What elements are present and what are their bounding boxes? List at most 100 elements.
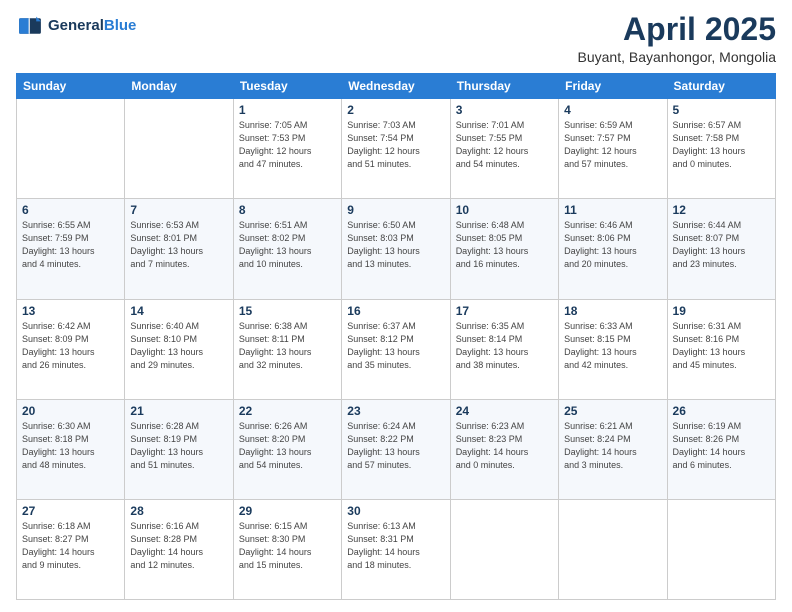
day-number: 20 [22, 404, 119, 418]
cell-w1-d5: 3Sunrise: 7:01 AM Sunset: 7:55 PM Daylig… [450, 99, 558, 199]
day-number: 14 [130, 304, 227, 318]
header-wednesday: Wednesday [342, 74, 450, 99]
day-info: Sunrise: 6:40 AM Sunset: 8:10 PM Dayligh… [130, 320, 227, 372]
cell-w5-d7 [667, 499, 775, 599]
day-number: 1 [239, 103, 336, 117]
cell-w5-d4: 30 Sunrise: 6:13 AM Sunset: 8:31 PM Dayli… [342, 499, 450, 599]
day-number: 5 [673, 103, 770, 117]
day-info: Sunrise: 6:21 AM Sunset: 8:24 PM Dayligh… [564, 420, 661, 472]
cell-w4-d1: 20 Sunrise: 6:30 AM Sunset: 8:18 PM Dayli… [17, 399, 125, 499]
cell-w1-d1 [17, 99, 125, 199]
day-info: Sunrise: 6:24 AM Sunset: 8:22 PM Dayligh… [347, 420, 444, 472]
week-row-5: 27 Sunrise: 6:18 AM Sunset: 8:27 PM Dayli… [17, 499, 776, 599]
day-number: 16 [347, 304, 444, 318]
day-info: Sunrise: 6:51 AM Sunset: 8:02 PM Dayligh… [239, 219, 336, 271]
logo-icon [16, 12, 44, 40]
day-number: 25 [564, 404, 661, 418]
header: GeneralBlue April 2025 Buyant, Bayanhong… [16, 12, 776, 65]
day-number: 13 [22, 304, 119, 318]
cell-w2-d5: 10 Sunrise: 6:48 AM Sunset: 8:05 PM Dayli… [450, 199, 558, 299]
day-number: 27 [22, 504, 119, 518]
week-row-3: 13 Sunrise: 6:42 AM Sunset: 8:09 PM Dayli… [17, 299, 776, 399]
cell-w1-d3: 1 Sunrise: 7:05 AM Sunset: 7:53 PM Daylig… [233, 99, 341, 199]
day-info: Sunrise: 6:44 AM Sunset: 8:07 PM Dayligh… [673, 219, 770, 271]
day-number: 4 [564, 103, 661, 117]
cell-w3-d4: 16 Sunrise: 6:37 AM Sunset: 8:12 PM Dayli… [342, 299, 450, 399]
day-number: 22 [239, 404, 336, 418]
day-number: 23 [347, 404, 444, 418]
cell-w5-d1: 27 Sunrise: 6:18 AM Sunset: 8:27 PM Dayli… [17, 499, 125, 599]
cell-w1-d2 [125, 99, 233, 199]
logo-name-general: GeneralBlue [48, 18, 136, 35]
day-number: 21 [130, 404, 227, 418]
cell-w2-d1: 6Sunrise: 6:55 AM Sunset: 7:59 PM Daylig… [17, 199, 125, 299]
day-info: Sunrise: 6:30 AM Sunset: 8:18 PM Dayligh… [22, 420, 119, 472]
calendar-table: Sunday Monday Tuesday Wednesday Thursday… [16, 73, 776, 600]
header-friday: Friday [559, 74, 667, 99]
day-info: Sunrise: 6:13 AM Sunset: 8:31 PM Dayligh… [347, 520, 444, 572]
day-number: 3 [456, 103, 553, 117]
cell-w1-d7: 5 Sunrise: 6:57 AM Sunset: 7:58 PM Daylig… [667, 99, 775, 199]
day-number: 17 [456, 304, 553, 318]
cell-w1-d4: 2 Sunrise: 7:03 AM Sunset: 7:54 PM Daylig… [342, 99, 450, 199]
day-info: Sunrise: 6:15 AM Sunset: 8:30 PM Dayligh… [239, 520, 336, 572]
day-info: Sunrise: 6:18 AM Sunset: 8:27 PM Dayligh… [22, 520, 119, 572]
day-number: 2 [347, 103, 444, 117]
cell-w4-d5: 24 Sunrise: 6:23 AM Sunset: 8:23 PM Dayli… [450, 399, 558, 499]
logo: GeneralBlue [16, 12, 136, 40]
cell-w2-d6: 11Sunrise: 6:46 AM Sunset: 8:06 PM Dayli… [559, 199, 667, 299]
cell-w3-d5: 17 Sunrise: 6:35 AM Sunset: 8:14 PM Dayli… [450, 299, 558, 399]
subtitle: Buyant, Bayanhongor, Mongolia [578, 49, 776, 65]
cell-w2-d7: 12 Sunrise: 6:44 AM Sunset: 8:07 PM Dayli… [667, 199, 775, 299]
cell-w4-d3: 22Sunrise: 6:26 AM Sunset: 8:20 PM Dayli… [233, 399, 341, 499]
day-number: 24 [456, 404, 553, 418]
cell-w2-d2: 7Sunrise: 6:53 AM Sunset: 8:01 PM Daylig… [125, 199, 233, 299]
day-number: 26 [673, 404, 770, 418]
page: GeneralBlue April 2025 Buyant, Bayanhong… [0, 0, 792, 612]
day-info: Sunrise: 6:23 AM Sunset: 8:23 PM Dayligh… [456, 420, 553, 472]
day-info: Sunrise: 6:59 AM Sunset: 7:57 PM Dayligh… [564, 119, 661, 171]
cell-w3-d7: 19Sunrise: 6:31 AM Sunset: 8:16 PM Dayli… [667, 299, 775, 399]
day-info: Sunrise: 6:31 AM Sunset: 8:16 PM Dayligh… [673, 320, 770, 372]
day-number: 9 [347, 203, 444, 217]
header-saturday: Saturday [667, 74, 775, 99]
day-info: Sunrise: 6:28 AM Sunset: 8:19 PM Dayligh… [130, 420, 227, 472]
day-info: Sunrise: 6:42 AM Sunset: 8:09 PM Dayligh… [22, 320, 119, 372]
day-info: Sunrise: 6:33 AM Sunset: 8:15 PM Dayligh… [564, 320, 661, 372]
day-info: Sunrise: 6:55 AM Sunset: 7:59 PM Dayligh… [22, 219, 119, 271]
cell-w3-d6: 18Sunrise: 6:33 AM Sunset: 8:15 PM Dayli… [559, 299, 667, 399]
day-info: Sunrise: 6:48 AM Sunset: 8:05 PM Dayligh… [456, 219, 553, 271]
day-info: Sunrise: 7:05 AM Sunset: 7:53 PM Dayligh… [239, 119, 336, 171]
day-number: 29 [239, 504, 336, 518]
day-info: Sunrise: 7:03 AM Sunset: 7:54 PM Dayligh… [347, 119, 444, 171]
day-number: 28 [130, 504, 227, 518]
day-info: Sunrise: 6:19 AM Sunset: 8:26 PM Dayligh… [673, 420, 770, 472]
week-row-1: 1 Sunrise: 7:05 AM Sunset: 7:53 PM Daylig… [17, 99, 776, 199]
day-info: Sunrise: 6:57 AM Sunset: 7:58 PM Dayligh… [673, 119, 770, 171]
day-info: Sunrise: 6:50 AM Sunset: 8:03 PM Dayligh… [347, 219, 444, 271]
cell-w4-d7: 26 Sunrise: 6:19 AM Sunset: 8:26 PM Dayli… [667, 399, 775, 499]
day-number: 15 [239, 304, 336, 318]
month-title: April 2025 [578, 12, 776, 47]
cell-w3-d2: 14 Sunrise: 6:40 AM Sunset: 8:10 PM Dayli… [125, 299, 233, 399]
cell-w2-d4: 9 Sunrise: 6:50 AM Sunset: 8:03 PM Daylig… [342, 199, 450, 299]
day-number: 30 [347, 504, 444, 518]
header-tuesday: Tuesday [233, 74, 341, 99]
day-header-row: Sunday Monday Tuesday Wednesday Thursday… [17, 74, 776, 99]
day-number: 10 [456, 203, 553, 217]
header-thursday: Thursday [450, 74, 558, 99]
cell-w2-d3: 8Sunrise: 6:51 AM Sunset: 8:02 PM Daylig… [233, 199, 341, 299]
cell-w4-d2: 21 Sunrise: 6:28 AM Sunset: 8:19 PM Dayli… [125, 399, 233, 499]
cell-w5-d6 [559, 499, 667, 599]
cell-w3-d1: 13 Sunrise: 6:42 AM Sunset: 8:09 PM Dayli… [17, 299, 125, 399]
day-number: 12 [673, 203, 770, 217]
day-info: Sunrise: 6:35 AM Sunset: 8:14 PM Dayligh… [456, 320, 553, 372]
day-number: 11 [564, 203, 661, 217]
title-block: April 2025 Buyant, Bayanhongor, Mongolia [578, 12, 776, 65]
cell-w5-d3: 29 Sunrise: 6:15 AM Sunset: 8:30 PM Dayli… [233, 499, 341, 599]
cell-w4-d6: 25 Sunrise: 6:21 AM Sunset: 8:24 PM Dayli… [559, 399, 667, 499]
day-info: Sunrise: 6:16 AM Sunset: 8:28 PM Dayligh… [130, 520, 227, 572]
header-sunday: Sunday [17, 74, 125, 99]
header-monday: Monday [125, 74, 233, 99]
day-info: Sunrise: 6:37 AM Sunset: 8:12 PM Dayligh… [347, 320, 444, 372]
